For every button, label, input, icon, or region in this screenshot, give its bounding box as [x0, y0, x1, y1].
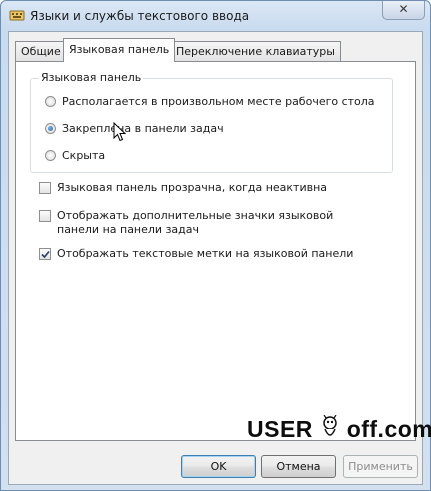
tab-general[interactable]: Общие — [15, 41, 67, 61]
radio-button[interactable] — [45, 96, 56, 107]
radio-label: Скрыта — [62, 149, 106, 162]
tab-label: Языковая панель — [69, 43, 170, 56]
mascot-icon — [323, 415, 337, 436]
watermark-text-off: off.com — [346, 416, 431, 442]
tab-label: Переключение клавиатуры — [176, 45, 335, 58]
checkbox[interactable] — [39, 248, 51, 260]
dialog-window: Языки и службы текстового ввода ✕ Общие … — [0, 0, 431, 491]
group-title: Языковая панель — [39, 71, 144, 84]
radio-label: Располагается в произвольном месте рабоч… — [62, 95, 375, 108]
checkbox-label: Отображать текстовые метки на языковой п… — [57, 247, 354, 260]
tab-panel: Языковая панель Располагается в произвол… — [15, 61, 416, 441]
radio-button[interactable] — [45, 150, 56, 161]
radio-selected-dot — [48, 126, 53, 131]
radio-floating[interactable]: Располагается в произвольном месте рабоч… — [45, 95, 375, 109]
checkmark-icon — [41, 250, 50, 259]
watermark-text-user: USER — [247, 416, 313, 442]
apply-button[interactable]: Применить — [343, 455, 418, 478]
checkbox-text-labels[interactable]: Отображать текстовые метки на языковой п… — [39, 247, 353, 261]
checkbox[interactable] — [39, 210, 51, 222]
checkbox-label: Отображать дополнительные значки языково… — [57, 209, 334, 236]
window-title: Языки и службы текстового ввода — [30, 9, 250, 23]
language-bar-group: Языковая панель Располагается в произвол… — [30, 71, 393, 173]
radio-docked[interactable]: Закреплена в панели задач — [45, 122, 224, 136]
title-bar[interactable]: Языки и службы текстового ввода ✕ — [1, 1, 430, 31]
radio-label: Закреплена в панели задач — [62, 122, 224, 135]
watermark-logo: USER off.com — [247, 415, 431, 443]
checkbox[interactable] — [39, 182, 51, 194]
close-button[interactable]: ✕ — [382, 1, 425, 20]
radio-button[interactable] — [45, 123, 56, 134]
tab-language-bar[interactable]: Языковая панель — [63, 38, 176, 62]
cancel-button[interactable]: Отмена — [261, 455, 336, 478]
keyboard-icon — [9, 10, 25, 21]
mouse-cursor-icon — [113, 122, 126, 142]
radio-hidden[interactable]: Скрыта — [45, 149, 105, 163]
ok-button[interactable]: OK — [181, 455, 256, 478]
checkbox-extra-icons[interactable]: Отображать дополнительные значки языково… — [39, 209, 377, 237]
checkbox-transparent[interactable]: Языковая панель прозрачна, когда неактив… — [39, 181, 327, 195]
checkbox-label: Языковая панель прозрачна, когда неактив… — [57, 181, 328, 194]
tab-label: Общие — [21, 45, 61, 58]
tab-keyboard-switching[interactable]: Переключение клавиатуры — [170, 41, 341, 61]
close-icon: ✕ — [398, 2, 409, 16]
